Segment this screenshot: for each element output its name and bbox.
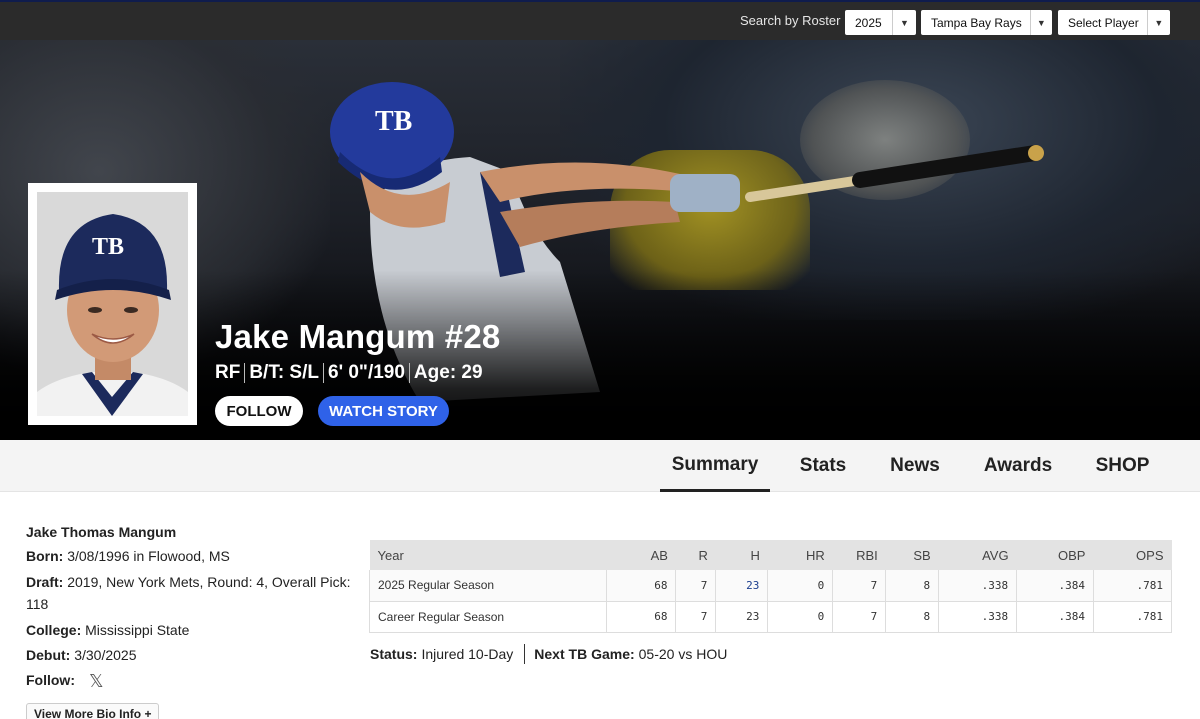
table-row: 2025 Regular Season 68 7 23 0 7 8 .338 .… bbox=[369, 570, 1173, 602]
bio-college: College: Mississippi State bbox=[26, 619, 351, 641]
stats-summary-table: Year AB R H HR RBI SB AVG OBP OPS 2025 R… bbox=[369, 540, 1173, 633]
college-label: College: bbox=[26, 621, 82, 638]
player-headshot: TB bbox=[28, 183, 197, 425]
column-header: OBP bbox=[1016, 540, 1094, 570]
draft-value: 2019, New York Mets, Round: 4, Overall P… bbox=[26, 573, 351, 613]
player-height-weight: 6' 0"/190 bbox=[328, 362, 405, 383]
player-position: RF bbox=[215, 362, 241, 383]
tab-awards[interactable]: Awards bbox=[975, 440, 1061, 492]
table-cell: 0 bbox=[767, 601, 834, 633]
table-cell: .781 bbox=[1093, 570, 1173, 602]
search-by-roster-label: Search by Roster bbox=[740, 13, 841, 28]
table-cell: .384 bbox=[1016, 570, 1094, 602]
table-cell: 7 bbox=[832, 570, 887, 602]
table-cell: .384 bbox=[1016, 601, 1094, 633]
bio-follow: Follow: 𝕏 bbox=[26, 669, 351, 691]
team-select[interactable]: Tampa Bay Rays ▼ bbox=[921, 10, 1052, 35]
player-status: Status: Injured 10-Day Next TB Game: 05-… bbox=[370, 644, 727, 664]
divider bbox=[408, 363, 410, 383]
table-cell: 0 bbox=[767, 570, 834, 602]
table-cell: 2025 Regular Season bbox=[369, 570, 607, 602]
hits-link[interactable]: 23 bbox=[715, 570, 769, 602]
status-label: Status: bbox=[370, 646, 418, 662]
headshot-image: TB bbox=[37, 192, 188, 416]
team-select-value: Tampa Bay Rays bbox=[931, 15, 1022, 30]
roster-search-bar: Search by Roster 2025 ▼ Tampa Bay Rays ▼… bbox=[0, 0, 1200, 40]
view-more-bio-button[interactable]: View More Bio Info + bbox=[26, 702, 160, 719]
debut-value: 3/30/2025 bbox=[74, 646, 137, 663]
divider bbox=[524, 644, 526, 664]
tab-summary[interactable]: Summary bbox=[660, 440, 770, 492]
player-select-value: Select Player bbox=[1068, 15, 1139, 30]
x-icon[interactable]: 𝕏 bbox=[89, 672, 104, 690]
player-select[interactable]: Select Player ▼ bbox=[1058, 10, 1170, 35]
table-cell: 7 bbox=[675, 570, 717, 602]
table-cell: .781 bbox=[1093, 601, 1173, 633]
next-game-value: 05-20 vs HOU bbox=[638, 646, 728, 662]
column-header: OPS bbox=[1093, 540, 1172, 570]
college-value: Mississippi State bbox=[85, 621, 190, 638]
bio-debut: Debut: 3/30/2025 bbox=[26, 644, 351, 666]
player-hero-banner: TB TB Jake Mangum #28 RF B/T: S/L 6' 0"/… bbox=[0, 40, 1200, 440]
tab-shop[interactable]: SHOP bbox=[1085, 440, 1160, 492]
column-header: R bbox=[675, 540, 716, 570]
year-select-value: 2025 bbox=[855, 15, 882, 30]
table-cell: .338 bbox=[938, 570, 1018, 602]
column-header: AB bbox=[606, 540, 676, 570]
player-name: Jake Mangum #28 bbox=[215, 318, 501, 355]
column-header: H bbox=[715, 540, 768, 570]
bio-draft: Draft: 2019, New York Mets, Round: 4, Ov… bbox=[26, 571, 351, 616]
column-header: SB bbox=[885, 540, 939, 570]
draft-label: Draft: bbox=[26, 573, 64, 590]
table-cell: .338 bbox=[938, 601, 1018, 633]
year-select[interactable]: 2025 ▼ bbox=[845, 10, 916, 35]
chevron-down-icon[interactable]: ▼ bbox=[1146, 10, 1170, 35]
follow-label: Follow: bbox=[26, 672, 75, 689]
table-cell: 23 bbox=[715, 601, 769, 633]
tab-news[interactable]: News bbox=[880, 440, 950, 492]
table-cell: 7 bbox=[675, 601, 717, 633]
table-cell: Career Regular Season bbox=[369, 601, 607, 633]
table-cell: 8 bbox=[885, 570, 940, 602]
column-header: Year bbox=[369, 540, 607, 570]
helmet-logo: TB bbox=[375, 106, 412, 137]
chevron-down-icon[interactable]: ▼ bbox=[1029, 10, 1052, 35]
column-header: HR bbox=[767, 540, 833, 570]
column-header: RBI bbox=[832, 540, 886, 570]
tab-stats[interactable]: Stats bbox=[790, 440, 856, 492]
player-age: Age: 29 bbox=[413, 362, 483, 383]
player-meta: RF B/T: S/L 6' 0"/190 Age: 29 bbox=[215, 362, 483, 384]
divider bbox=[323, 363, 324, 383]
divider bbox=[244, 363, 246, 383]
table-header-row: Year AB R H HR RBI SB AVG OBP OPS bbox=[369, 540, 1172, 570]
bio-born: Born: 3/08/1996 in Flowood, MS bbox=[26, 545, 351, 567]
player-bats-throws: B/T: S/L bbox=[249, 362, 319, 383]
table-row: Career Regular Season 68 7 23 0 7 8 .338… bbox=[369, 601, 1173, 633]
next-game-label: Next TB Game: bbox=[534, 646, 635, 662]
player-tabs: Summary Stats News Awards SHOP bbox=[0, 440, 1200, 492]
chevron-down-icon[interactable]: ▼ bbox=[892, 10, 916, 35]
watch-story-button[interactable]: WATCH STORY bbox=[318, 396, 449, 426]
table-cell: 7 bbox=[832, 601, 887, 633]
debut-label: Debut: bbox=[26, 646, 71, 663]
born-value: 3/08/1996 in Flowood, MS bbox=[67, 548, 230, 565]
table-cell: 68 bbox=[606, 601, 677, 633]
full-name: Jake Thomas Mangum bbox=[26, 524, 177, 540]
player-bio: Jake Thomas Mangum Born: 3/08/1996 in Fl… bbox=[26, 521, 351, 719]
status-value: Injured 10-Day bbox=[421, 646, 514, 662]
cap-logo: TB bbox=[92, 234, 124, 260]
table-cell: 68 bbox=[606, 570, 677, 602]
column-header: AVG bbox=[938, 540, 1017, 570]
born-label: Born: bbox=[26, 548, 64, 565]
table-cell: 8 bbox=[885, 601, 940, 633]
follow-button[interactable]: FOLLOW bbox=[215, 396, 303, 426]
